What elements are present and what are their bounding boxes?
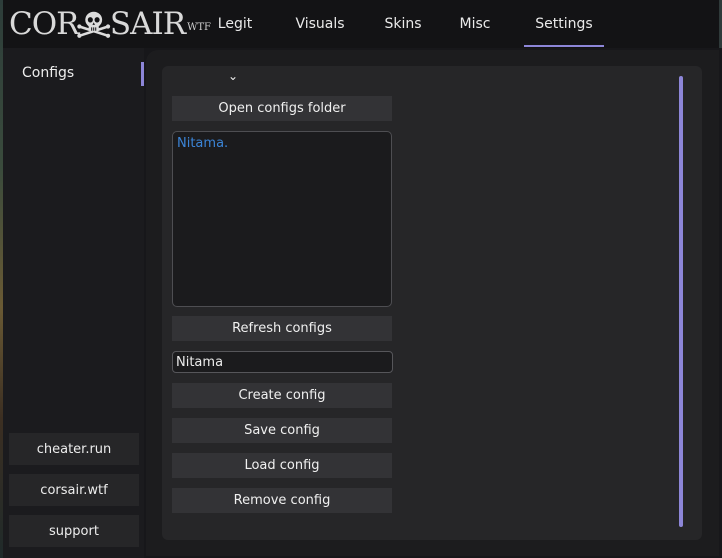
- create-config-button[interactable]: Create config: [172, 383, 392, 408]
- logo: COR SAIR WTF: [9, 6, 211, 42]
- link-label: support: [49, 523, 99, 539]
- tab-label: Misc: [459, 15, 491, 32]
- tab-settings[interactable]: Settings: [524, 0, 604, 47]
- save-config-button[interactable]: Save config: [172, 418, 392, 443]
- tab-label: Skins: [384, 15, 422, 32]
- sidebar-item-configs[interactable]: Configs: [3, 60, 144, 86]
- config-list[interactable]: Nitama.: [172, 131, 392, 307]
- tab-label: Legit: [217, 15, 253, 32]
- list-item[interactable]: Nitama.: [177, 136, 228, 151]
- corsair-wtf-link[interactable]: corsair.wtf: [9, 474, 139, 506]
- button-label: Save config: [244, 423, 320, 438]
- sidebar-item-label: Configs: [22, 65, 75, 81]
- chevron-down-icon[interactable]: ⌄: [226, 70, 240, 82]
- sidebar: Configs cheater.run corsair.wtf support: [3, 48, 144, 558]
- cheater-run-link[interactable]: cheater.run: [9, 433, 139, 465]
- open-configs-folder-button[interactable]: Open configs folder: [172, 96, 392, 121]
- tab-label: Settings: [535, 15, 593, 32]
- input-value: Nitama: [176, 354, 224, 370]
- logo-text-right: SAIR: [109, 6, 186, 42]
- skull-icon: [77, 11, 111, 38]
- logo-text-left: COR: [9, 6, 79, 42]
- tab-label: Visuals: [295, 15, 345, 32]
- top-bar: COR SAIR WTF Legit Visuals Skins Misc Se…: [3, 0, 719, 48]
- remove-config-button[interactable]: Remove config: [172, 488, 392, 513]
- link-label: cheater.run: [36, 441, 112, 457]
- support-link[interactable]: support: [9, 515, 139, 547]
- active-indicator: [141, 62, 144, 86]
- tab-legit[interactable]: Legit: [207, 0, 263, 47]
- tab-misc[interactable]: Misc: [448, 0, 502, 47]
- scrollbar[interactable]: [679, 76, 683, 527]
- button-label: Remove config: [233, 493, 331, 508]
- tab-skins[interactable]: Skins: [377, 0, 429, 47]
- button-label: Refresh configs: [232, 321, 332, 336]
- load-config-button[interactable]: Load config: [172, 453, 392, 478]
- tab-visuals[interactable]: Visuals: [284, 0, 356, 47]
- config-name-input[interactable]: Nitama: [172, 351, 393, 373]
- button-label: Open configs folder: [218, 101, 346, 116]
- button-label: Create config: [238, 388, 326, 403]
- button-label: Load config: [244, 458, 320, 473]
- refresh-configs-button[interactable]: Refresh configs: [172, 316, 392, 341]
- link-label: corsair.wtf: [40, 482, 108, 498]
